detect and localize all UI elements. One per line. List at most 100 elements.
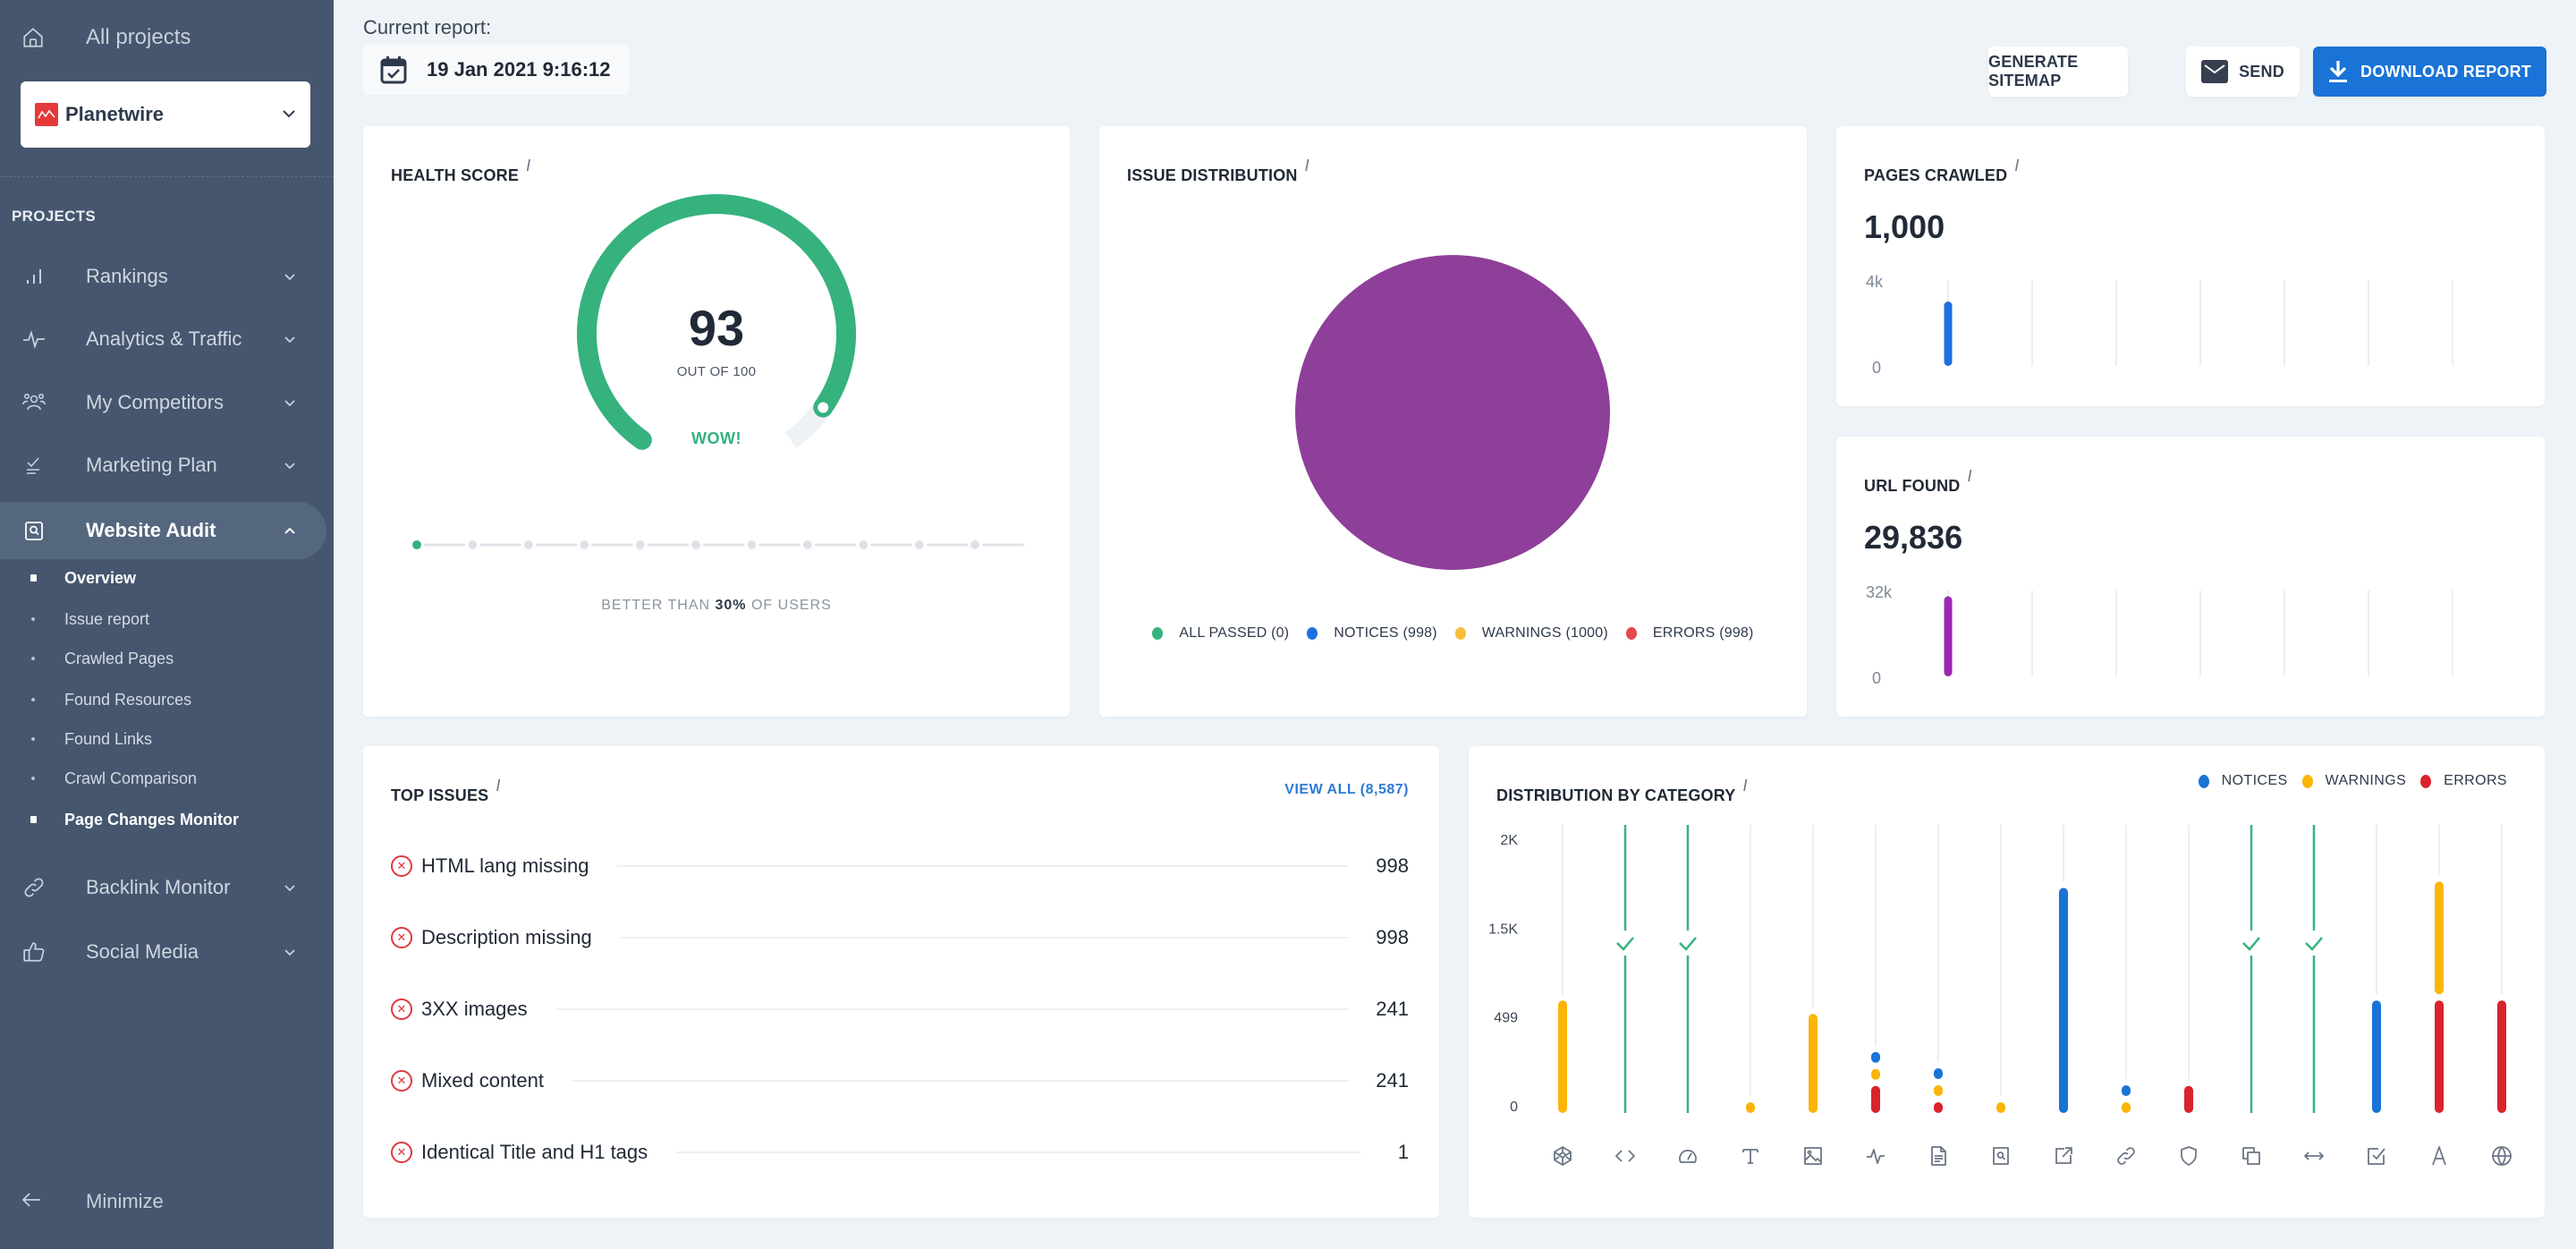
error-circle-icon: ✕: [391, 998, 412, 1020]
sidebar-item-label: My Competitors: [86, 391, 225, 413]
speedometer-icon: [1679, 1150, 1697, 1163]
y-tick-label: 32k: [1866, 583, 1893, 601]
calendar-check-icon: [380, 55, 407, 84]
bullet-icon: [0, 617, 64, 621]
sidebar-item-label: Rankings: [86, 265, 168, 287]
bar-notices: [2372, 1000, 2381, 1113]
checklist-icon: [21, 453, 47, 478]
issue-bar: [620, 937, 1350, 939]
minimize-sidebar-button[interactable]: Minimize: [21, 1190, 164, 1213]
thumbs-up-icon: [21, 939, 47, 964]
bar-warnings: [1871, 1068, 1880, 1080]
sidebar-subitem-found-links[interactable]: Found Links: [0, 723, 152, 755]
step-dot: [468, 540, 478, 549]
bar-notices: [1934, 1068, 1943, 1079]
view-all-issues-link[interactable]: VIEW ALL (8,587): [1284, 782, 1409, 798]
external-link-icon: [2055, 1147, 2072, 1164]
sidebar-item-marketing-plan[interactable]: Marketing Plan: [0, 437, 326, 494]
error-circle-icon: ✕: [391, 1142, 412, 1163]
font-icon: [2432, 1146, 2446, 1166]
health-steps-track: [412, 540, 1027, 549]
sidebar-subitem-label: Overview: [64, 568, 137, 587]
icon-shape: [1867, 1149, 1885, 1164]
y-tick-label: 0: [1872, 669, 1881, 687]
step-dot: [412, 540, 421, 549]
icon-shape: [2368, 1148, 2385, 1165]
icon-shape: [1554, 1146, 1572, 1166]
pages-crawled-chart: 4k 0: [1866, 273, 2453, 377]
gauge-knob: [818, 402, 829, 413]
all-projects-link[interactable]: All projects: [21, 20, 191, 55]
sidebar-subitem-page-changes-monitor[interactable]: Page Changes Monitor: [0, 803, 239, 836]
sidebar-item-rankings[interactable]: Rankings: [0, 248, 326, 305]
bar-notices: [1871, 1051, 1880, 1063]
issue-row[interactable]: ✕ HTML lang missing 998: [391, 848, 1409, 884]
legend-swatch: [1152, 627, 1164, 640]
icon-shape: [1742, 1149, 1758, 1164]
download-report-button[interactable]: DOWNLOAD REPORT: [2313, 47, 2546, 97]
issue-row[interactable]: ✕ Identical Title and H1 tags 1: [391, 1134, 1409, 1170]
sidebar-subitem-overview[interactable]: Overview: [0, 562, 136, 594]
current-report-label: Current report:: [363, 16, 492, 38]
checkbox-icon: [2368, 1148, 2385, 1165]
issue-row[interactable]: ✕ 3XX images 241: [391, 991, 1409, 1027]
top-issues-title-text: TOP ISSUES: [391, 786, 489, 804]
icon-shape: [2432, 1146, 2446, 1166]
bar-errors: [2435, 1000, 2444, 1113]
sidebar-subitem-found-resources[interactable]: Found Resources: [0, 684, 191, 716]
sidebar-item-label: Backlink Monitor: [86, 876, 231, 898]
step-dot: [914, 540, 924, 549]
legend-swatch: [1307, 627, 1318, 640]
error-circle-icon: ✕: [391, 927, 412, 948]
project-selector[interactable]: Planetwire: [21, 81, 310, 148]
sidebar-item-backlink-monitor[interactable]: Backlink Monitor: [0, 859, 326, 916]
top-issues-card: TOP ISSUES i VIEW ALL (8,587) ✕ HTML lang…: [363, 746, 1439, 1218]
download-icon: [2328, 60, 2348, 83]
legend-notices[interactable]: NOTICES (998): [1307, 625, 1437, 641]
document-icon: [1931, 1146, 1946, 1166]
step-dot: [580, 540, 589, 549]
sidebar-subitem-label: Issue report: [64, 609, 150, 628]
issue-name: HTML lang missing: [421, 854, 589, 877]
sidebar-item-label: Website Audit: [86, 519, 216, 541]
chevron-up-icon: [276, 527, 303, 535]
issue-name: Mixed content: [421, 1069, 544, 1092]
chevron-down-icon: [276, 273, 303, 281]
sidebar-subitem-crawl-comparison[interactable]: Crawl Comparison: [0, 762, 197, 794]
url-found-chart: 32k 0: [1866, 583, 2453, 687]
better-than-text: BETTER THAN 30% OF USERS: [363, 598, 1070, 614]
send-button[interactable]: SEND: [2186, 47, 2300, 97]
text-icon: [1742, 1149, 1758, 1164]
issue-row[interactable]: ✕ Mixed content 241: [391, 1063, 1409, 1099]
sidebar-item-social-media[interactable]: Social Media: [0, 923, 326, 981]
bar-warnings: [1746, 1102, 1755, 1113]
sidebar-item-website-audit[interactable]: Website Audit: [0, 502, 326, 559]
info-icon[interactable]: i: [496, 777, 500, 794]
pulse-icon: [21, 327, 47, 352]
legend-warnings[interactable]: WARNINGS (1000): [1454, 625, 1608, 641]
issue-count: 998: [1376, 854, 1409, 877]
sidebar-subitem-issue-report[interactable]: Issue report: [0, 603, 149, 635]
generate-sitemap-button[interactable]: GENERATE SITEMAP: [1988, 47, 2128, 97]
issue-row[interactable]: ✕ Description missing 998: [391, 920, 1409, 956]
legend-errors[interactable]: ERRORS (998): [1625, 625, 1754, 641]
issue-distribution-card: ISSUE DISTRIBUTIONi ALL PASSED (0) NOTIC…: [1099, 126, 1807, 717]
bar-errors: [2184, 1085, 2193, 1113]
page-search-icon: [1993, 1147, 2009, 1165]
health-score-card: HEALTH SCORE i 93 OUT OF 100 WOW! BETTER …: [363, 126, 1070, 717]
top-issues-title: TOP ISSUES i: [391, 777, 501, 805]
issue-name: Description missing: [421, 926, 592, 948]
bar: [1944, 302, 1953, 366]
bar-warnings: [1558, 1000, 1567, 1113]
sidebar-item-my-competitors[interactable]: My Competitors: [0, 374, 326, 431]
issue-count: 998: [1376, 926, 1409, 948]
report-date-picker[interactable]: 19 Jan 2021 9:16:12: [362, 45, 629, 95]
sidebar-item-analytics-traffic[interactable]: Analytics & Traffic: [0, 310, 326, 368]
sidebar-item-label: Social Media: [86, 940, 199, 963]
send-label: SEND: [2239, 62, 2284, 81]
sidebar-subitem-crawled-pages[interactable]: Crawled Pages: [0, 642, 174, 675]
legend-label: NOTICES (998): [1334, 625, 1437, 641]
info-icon[interactable]: i: [526, 157, 530, 174]
legend-all-passed[interactable]: ALL PASSED (0): [1152, 625, 1289, 641]
issue-pie-chart: [1295, 255, 1610, 570]
